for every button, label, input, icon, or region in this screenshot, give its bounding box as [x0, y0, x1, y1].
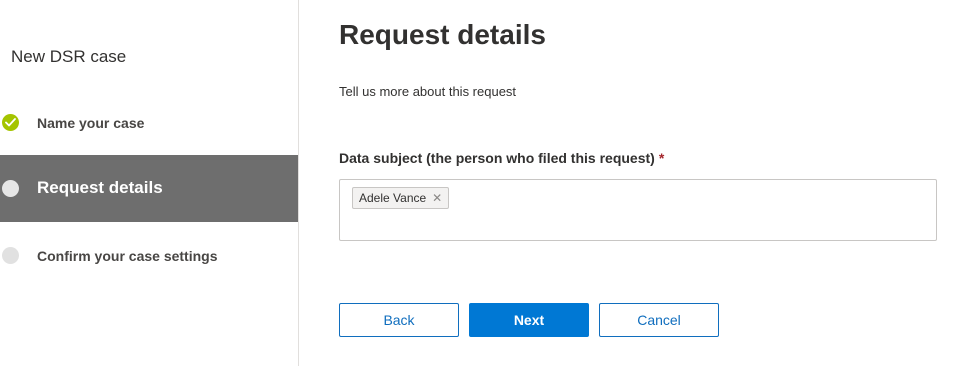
step-request-details[interactable]: Request details — [0, 155, 298, 222]
back-button[interactable]: Back — [339, 303, 459, 337]
checkmark-icon — [2, 114, 19, 131]
circle-icon — [2, 180, 19, 197]
required-marker: * — [658, 150, 665, 166]
step-label: Name your case — [37, 115, 145, 131]
step-confirm-case-settings[interactable]: Confirm your case settings — [0, 241, 298, 271]
wizard-title: New DSR case — [11, 47, 127, 66]
selected-person-chip[interactable]: Adele Vance ✕ — [352, 187, 450, 209]
page-subtitle: Tell us more about this request — [339, 84, 517, 99]
selected-person-name: Adele Vance — [359, 191, 427, 205]
next-button[interactable]: Next — [469, 303, 589, 337]
page-title: Request details — [339, 19, 546, 50]
step-name-your-case[interactable]: Name your case — [0, 108, 298, 138]
data-subject-label: Data subject (the person who filed this … — [339, 150, 664, 166]
data-subject-picker[interactable]: Adele Vance ✕ — [339, 179, 937, 241]
step-label: Confirm your case settings — [37, 248, 218, 264]
close-icon[interactable]: ✕ — [432, 192, 442, 204]
new-dsr-case-wizard: New DSR case Name your case Request deta… — [0, 0, 960, 366]
wizard-steps-panel: New DSR case Name your case Request deta… — [0, 0, 299, 366]
request-details-form: Request details Tell us more about this … — [339, 0, 939, 366]
data-subject-label-text: Data subject (the person who filed this … — [339, 150, 655, 166]
step-label: Request details — [37, 178, 163, 197]
circle-icon — [2, 247, 19, 264]
cancel-button[interactable]: Cancel — [599, 303, 719, 337]
